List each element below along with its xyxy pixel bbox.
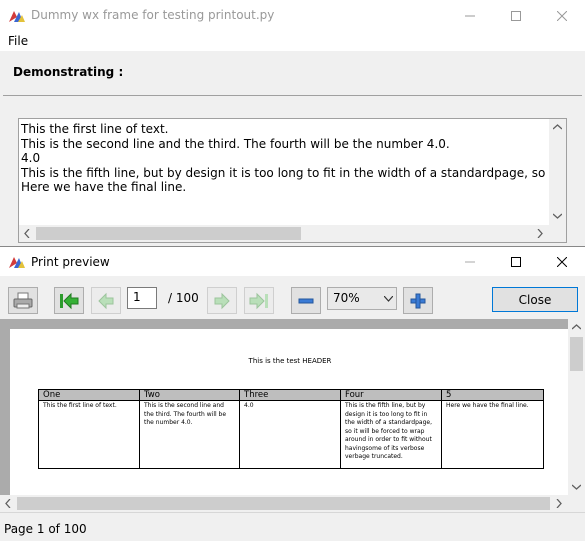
- app-icon: [9, 11, 25, 22]
- zoom-value: 70%: [333, 291, 360, 305]
- preview-title-bar[interactable]: Print preview: [0, 247, 585, 276]
- column-header: One: [38, 389, 140, 401]
- first-page-icon: [60, 292, 79, 309]
- print-preview-window: Print preview 1 / 100 70% Close This is …: [0, 246, 585, 540]
- text-line: This is the fifth line, but by design it…: [21, 165, 566, 180]
- last-page-button[interactable]: [244, 287, 274, 314]
- preview-close-window-button[interactable]: [539, 247, 585, 276]
- page-header: This is the test HEADER: [248, 357, 332, 365]
- scroll-thumb[interactable]: [36, 227, 301, 240]
- page-number-input[interactable]: 1: [127, 287, 157, 309]
- scroll-thumb[interactable]: [570, 337, 583, 371]
- print-icon: [13, 292, 33, 308]
- preview-page: This is the test HEADER One Two Three Fo…: [10, 329, 570, 512]
- scroll-thumb[interactable]: [17, 497, 550, 510]
- scroll-right-icon[interactable]: [537, 229, 543, 238]
- preview-maximize-button[interactable]: [493, 247, 539, 276]
- page-total-label: / 100: [168, 291, 199, 305]
- close-icon: [557, 10, 567, 21]
- close-icon: [557, 256, 567, 267]
- column-header: Two: [139, 389, 240, 401]
- table-cell: Here we have the final line.: [441, 400, 544, 469]
- column-header: Three: [239, 389, 341, 401]
- close-preview-button[interactable]: Close: [492, 287, 578, 312]
- preview-horizontal-scrollbar[interactable]: [0, 495, 568, 512]
- text-line: This is the second line and the third. T…: [21, 136, 450, 151]
- preview-title: Print preview: [31, 255, 110, 269]
- minimize-icon: [465, 261, 475, 262]
- table-cell: 4.0: [239, 400, 341, 469]
- text-line: This the first line of text.: [21, 122, 169, 136]
- minimize-icon: [465, 15, 475, 16]
- close-window-button[interactable]: [539, 0, 585, 31]
- table-row: This the first line of text. This is the…: [38, 400, 544, 469]
- scrollbar-corner: [568, 495, 585, 512]
- preview-canvas[interactable]: This is the test HEADER One Two Three Fo…: [0, 319, 585, 512]
- scroll-right-icon[interactable]: [556, 499, 562, 508]
- column-header: 5: [441, 389, 544, 401]
- prev-page-button[interactable]: [91, 287, 121, 314]
- next-page-icon: [214, 292, 230, 309]
- maximize-button[interactable]: [493, 0, 539, 31]
- preview-vertical-scrollbar[interactable]: [568, 319, 585, 495]
- scroll-down-icon[interactable]: [572, 484, 581, 490]
- table-cell: This is the second line and the third. T…: [139, 400, 240, 469]
- vertical-scrollbar[interactable]: [549, 119, 566, 225]
- scroll-up-icon[interactable]: [553, 124, 562, 130]
- menu-bar: File: [0, 31, 585, 51]
- zoom-out-icon: [298, 298, 314, 303]
- demo-label: Demonstrating :: [13, 65, 124, 79]
- table-cell: This is the fifth line, but by design it…: [340, 400, 442, 469]
- zoom-select[interactable]: 70%: [327, 287, 397, 310]
- chevron-down-icon: [384, 296, 393, 302]
- scroll-left-icon[interactable]: [24, 229, 30, 238]
- last-page-icon: [249, 292, 268, 309]
- scroll-up-icon[interactable]: [572, 324, 581, 330]
- text-line: 4.0: [21, 151, 41, 165]
- table-header-row: One Two Three Four 5: [38, 389, 544, 401]
- preview-toolbar: 1 / 100 70% Close: [0, 276, 585, 319]
- zoom-out-button[interactable]: [291, 287, 321, 314]
- text-area[interactable]: This the first line of text. This is the…: [18, 118, 567, 243]
- menu-file[interactable]: File: [8, 34, 28, 48]
- zoom-in-button[interactable]: [403, 287, 433, 314]
- print-button[interactable]: [8, 287, 38, 314]
- app-icon: [9, 257, 25, 268]
- scroll-left-icon[interactable]: [5, 499, 11, 508]
- next-page-button[interactable]: [207, 287, 237, 314]
- column-header: Four: [340, 389, 442, 401]
- horizontal-scrollbar[interactable]: [19, 225, 566, 242]
- main-title-bar[interactable]: Dummy wx frame for testing printout.py: [0, 0, 585, 31]
- zoom-in-icon: [410, 293, 426, 308]
- window-title: Dummy wx frame for testing printout.py: [31, 8, 275, 22]
- first-page-button[interactable]: [54, 287, 84, 314]
- preview-minimize-button[interactable]: [447, 247, 493, 276]
- scroll-down-icon[interactable]: [553, 213, 562, 219]
- table-cell: This the first line of text.: [38, 400, 140, 469]
- text-line: Here we have the final line.: [21, 180, 187, 194]
- separator: [3, 95, 582, 96]
- page-table: One Two Three Four 5 This the first line…: [38, 389, 544, 469]
- status-text: Page 1 of 100: [4, 522, 87, 536]
- status-bar: Page 1 of 100: [0, 512, 585, 541]
- prev-page-icon: [98, 292, 114, 309]
- maximize-icon: [511, 256, 521, 267]
- minimize-button[interactable]: [447, 0, 493, 31]
- maximize-icon: [511, 10, 521, 21]
